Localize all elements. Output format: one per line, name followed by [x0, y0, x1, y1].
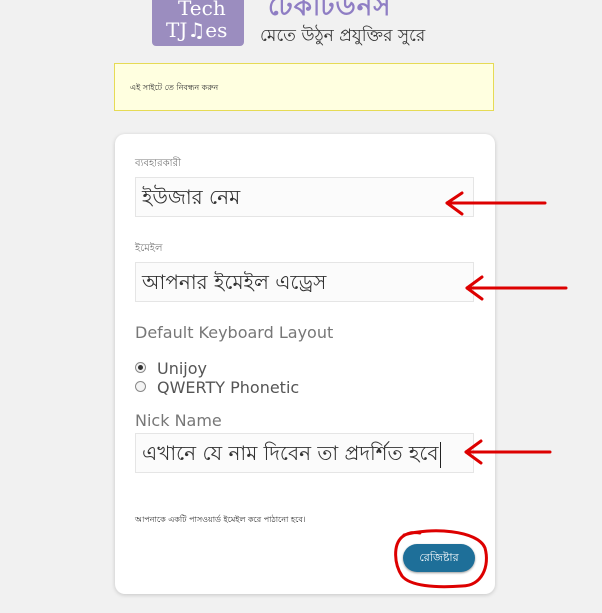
logo-text-tunes: TJ♫es — [166, 18, 228, 42]
radio-qwerty[interactable] — [135, 381, 146, 392]
nickname-label: Nick Name — [135, 411, 222, 430]
keyboard-layout-label: Default Keyboard Layout — [135, 323, 334, 342]
nickname-field[interactable]: এখানে যে নাম দিবেন তা প্রদর্শিত হবে — [135, 433, 474, 473]
logo-text-tech: Tech — [178, 0, 226, 20]
radio-label-unijoy: Unijoy — [157, 359, 207, 378]
site-header: Tech TJ♫es টেকটিউনস মেতে উঠুন প্রযুক্তির… — [150, 0, 450, 50]
register-button[interactable]: রেজিষ্টার — [403, 544, 475, 572]
username-label: ব্যবহারকারী — [135, 158, 181, 169]
site-logo[interactable]: Tech TJ♫es — [152, 0, 244, 46]
site-tagline: মেতে উঠুন প্রযুক্তির সুরে — [260, 26, 426, 46]
radio-label-qwerty: QWERTY Phonetic — [157, 378, 300, 397]
radio-unijoy[interactable] — [135, 362, 146, 373]
register-notice: এই সাইটে তে নিবন্ধন করুন — [114, 63, 494, 111]
nickname-value: এখানে যে নাম দিবেন তা প্রদর্শিত হবে — [142, 441, 439, 465]
email-label: ইমেইল — [135, 243, 163, 254]
email-field[interactable]: আপনার ইমেইল এড্রেস — [135, 262, 474, 302]
registration-form: ব্যবহারকারী ইউজার নেম ইমেইল আপনার ইমেইল … — [115, 134, 495, 594]
username-field[interactable]: ইউজার নেম — [135, 177, 474, 217]
password-email-note: আপনাকে একটি পাসওয়ার্ড ইমেইল করে পাঠানো … — [135, 515, 306, 524]
text-caret — [439, 441, 441, 468]
